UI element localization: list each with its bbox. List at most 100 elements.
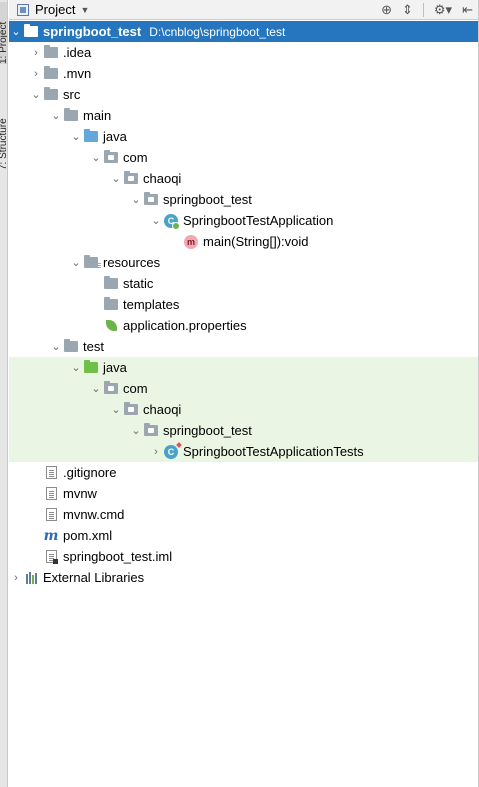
tree-row-main-method[interactable]: m main(String[]):void [9,231,479,252]
folder-icon [103,297,119,312]
panel-title[interactable]: Project [35,2,75,17]
tree-item-label: chaoqi [143,171,182,186]
gear-icon[interactable]: ⚙▾ [434,2,452,18]
project-path: D:\cnblog\springboot_test [149,24,286,39]
tree-item-label: mvnw [63,486,97,501]
tree-row-chaoqi[interactable]: ⌄ chaoqi [9,168,479,189]
tree-row-application-properties[interactable]: application.properties [9,315,479,336]
expand-arrow-icon[interactable]: ⌄ [129,424,143,437]
expand-arrow-icon[interactable]: ⌄ [69,130,83,143]
tree-item-label: java [103,129,127,144]
tree-row-java[interactable]: ⌄ java [9,126,479,147]
locate-icon[interactable]: ⊕ [381,2,392,18]
tree-item-label: main [83,108,112,123]
tree-item-label: .mvn [63,66,92,81]
tree-row-iml[interactable]: springboot_test.iml [9,546,479,567]
project-icon [17,3,29,16]
tree-item-label: springboot_test [163,192,252,207]
tree-row-test-chaoqi[interactable]: ⌄ chaoqi [9,399,479,420]
tree-row-templates[interactable]: templates [9,294,479,315]
tree-item-label: springboot_test [43,24,142,39]
tree-row-gitignore[interactable]: .gitignore [9,462,479,483]
maven-icon: m [43,527,59,544]
folder-icon [43,87,59,102]
folder-icon [63,108,79,123]
expand-arrow-icon[interactable]: ⌄ [49,109,63,122]
collapse-all-icon[interactable]: ⇕ [402,2,413,18]
tree-item-label: main(String[]):void [203,234,309,249]
folder-icon [103,276,119,291]
expand-arrow-icon[interactable]: ⌄ [89,151,103,164]
tree-row-mvnw[interactable]: mvnw [9,483,479,504]
libraries-icon [23,571,39,585]
tree-row-application-tests-class[interactable]: › C SpringbootTestApplicationTests [9,441,479,462]
toolbar-divider [422,3,424,17]
tree-row-mvnw-cmd[interactable]: mvnw.cmd [9,504,479,525]
expand-arrow-icon[interactable]: ⌄ [49,340,63,353]
test-class-icon: C [163,444,179,459]
tree-row-mvn[interactable]: › .mvn [9,63,479,84]
tree-item-label: com [123,381,148,396]
tree-item-label: java [103,360,127,375]
package-icon [103,381,119,396]
tree-row-project-root[interactable]: ⌄ springboot_test D:\cnblog\springboot_t… [9,21,479,42]
tree-row-resources[interactable]: ⌄ resources [9,252,479,273]
tree-row-src[interactable]: ⌄ src [9,84,479,105]
tree-row-external-libraries[interactable]: › External Libraries [9,567,479,588]
package-icon [143,423,159,438]
project-panel-header: Project ▼ ⊕ ⇕ ⚙▾ ⇤ [9,0,479,20]
tree-row-test-java[interactable]: ⌄ java [9,357,479,378]
resources-folder-icon [83,255,101,270]
side-tab-structure[interactable]: 7: Structure [0,90,7,170]
tree-row-pom-xml[interactable]: m pom.xml [9,525,479,546]
collapse-arrow-icon[interactable]: › [149,446,163,458]
test-source-folder-icon [83,360,99,375]
folder-icon [43,45,59,60]
header-toolbar: ⊕ ⇕ ⚙▾ ⇤ [381,0,473,20]
tree-item-label: mvnw.cmd [63,507,125,522]
tool-window-strip: 1: Project 7: Structure [0,0,8,787]
tree-row-main[interactable]: ⌄ main [9,105,479,126]
tree-row-test-com[interactable]: ⌄ com [9,378,479,399]
tree-row-idea[interactable]: › .idea [9,42,479,63]
expand-arrow-icon[interactable]: ⌄ [69,256,83,269]
collapse-arrow-icon[interactable]: › [29,68,43,80]
hide-icon[interactable]: ⇤ [462,2,473,18]
expand-arrow-icon[interactable]: ⌄ [149,214,163,227]
expand-arrow-icon[interactable]: ⌄ [89,382,103,395]
tree-item-label: .gitignore [63,465,117,480]
tree-row-test-springboot-test-package[interactable]: ⌄ springboot_test [9,420,479,441]
project-tree: ⌄ springboot_test D:\cnblog\springboot_t… [9,21,479,588]
tree-item-label: springboot_test [163,423,252,438]
tree-item-label: .idea [63,45,92,60]
tree-item-label: templates [123,297,180,312]
expand-arrow-icon[interactable]: ⌄ [109,403,123,416]
collapse-arrow-icon[interactable]: › [9,572,23,584]
package-icon [123,171,139,186]
tree-row-com[interactable]: ⌄ com [9,147,479,168]
expand-arrow-icon[interactable]: ⌄ [69,361,83,374]
tree-row-application-class[interactable]: ⌄ C SpringbootTestApplication [9,210,479,231]
tree-row-springboot-test-package[interactable]: ⌄ springboot_test [9,189,479,210]
project-folder-icon [23,24,39,39]
expand-arrow-icon[interactable]: ⌄ [129,193,143,206]
chevron-down-icon[interactable]: ▼ [80,5,89,15]
expand-arrow-icon[interactable]: ⌄ [29,88,43,101]
source-folder-icon [83,129,99,144]
collapse-arrow-icon[interactable]: › [29,47,43,59]
tree-item-label: springboot_test.iml [63,549,173,564]
tree-item-label: External Libraries [43,570,145,585]
expand-arrow-icon[interactable]: ⌄ [109,172,123,185]
expand-arrow-icon[interactable]: ⌄ [9,25,23,38]
package-icon [103,150,119,165]
tree-row-test[interactable]: ⌄ test [9,336,479,357]
text-file-icon [43,466,59,480]
tree-row-static[interactable]: static [9,273,479,294]
tree-item-label: SpringbootTestApplication [183,213,334,228]
folder-icon [43,66,59,81]
tree-item-label: com [123,150,148,165]
tree-item-label: SpringbootTestApplicationTests [183,444,364,459]
module-file-icon [43,550,59,564]
text-file-icon [43,508,59,522]
side-tab-project[interactable]: 1: Project [0,2,7,64]
